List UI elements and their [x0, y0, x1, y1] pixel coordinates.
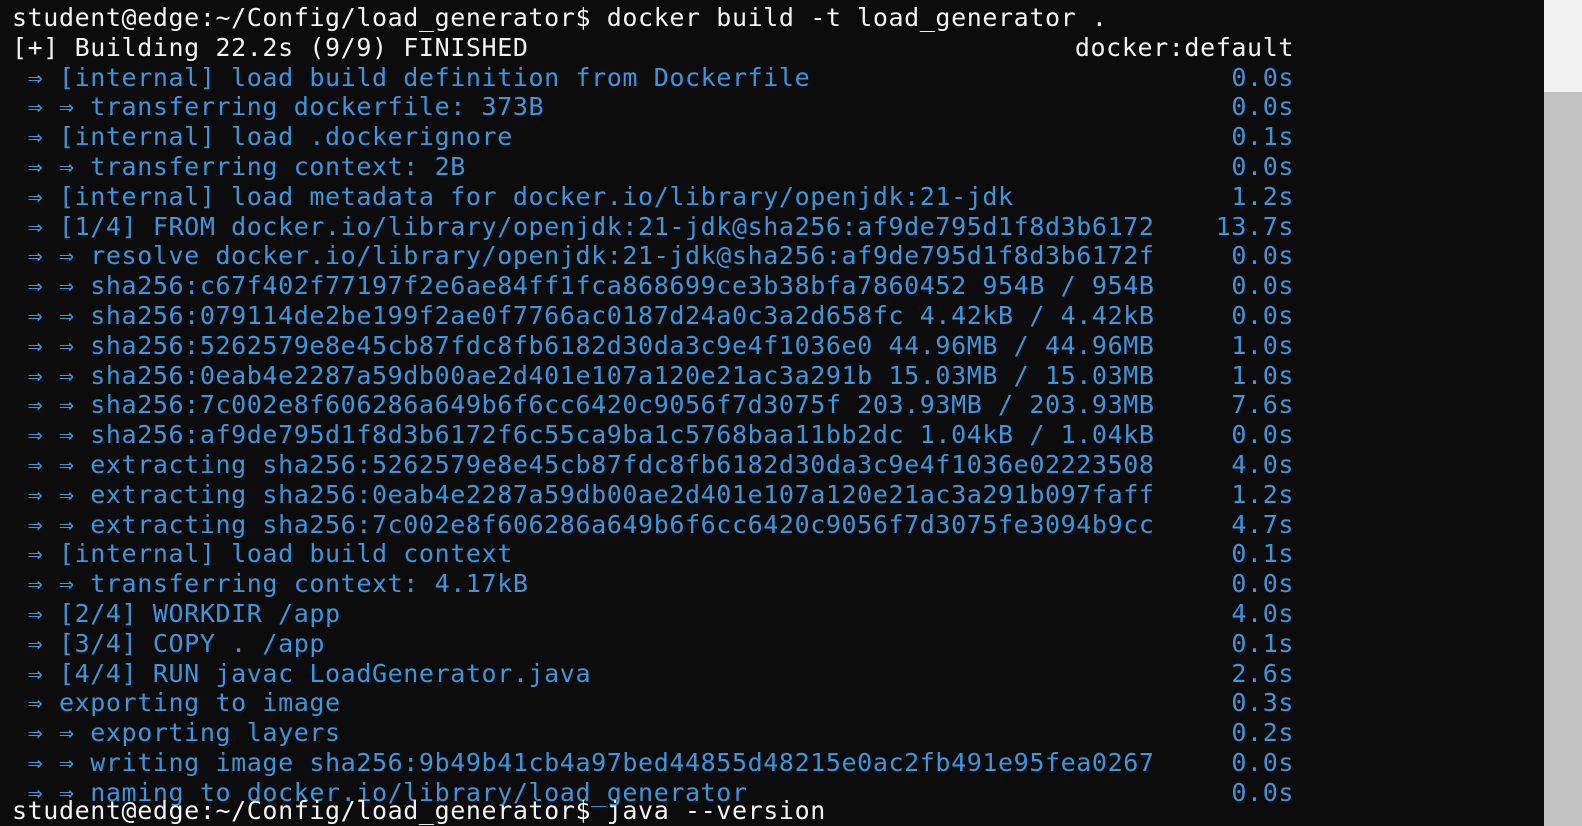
step-description: ⇒ ⇒ transferring context: 2B	[12, 151, 466, 181]
step-duration: 4.0s	[1231, 449, 1294, 479]
step-description: ⇒ ⇒ writing image sha256:9b49b41cb4a97be…	[12, 747, 1155, 777]
step-duration: 0.1s	[1231, 539, 1294, 569]
step-description: ⇒ ⇒ exporting layers	[12, 718, 341, 748]
step-description: ⇒ [internal] load .dockerignore	[12, 122, 513, 152]
step-duration: 0.1s	[1231, 122, 1294, 152]
step-description: ⇒ [3/4] COPY . /app	[12, 628, 326, 658]
step-duration: 4.7s	[1231, 509, 1294, 539]
step-description: ⇒ ⇒ sha256:5262579e8e45cb87fdc8fb6182d30…	[12, 330, 1155, 360]
build-step-line: ⇒ [internal] load build definition from …	[12, 63, 1544, 93]
build-step-line: ⇒ [internal] load build context 0.1s	[12, 539, 1544, 569]
step-description: ⇒ [internal] load metadata for docker.io…	[12, 181, 1014, 211]
build-step-line: ⇒ ⇒ sha256:0eab4e2287a59db00ae2d401e107a…	[12, 361, 1544, 391]
step-duration: 0.2s	[1231, 718, 1294, 748]
step-description: ⇒ ⇒ sha256:079114de2be199f2ae0f7766ac018…	[12, 300, 1155, 330]
step-duration: 0.1s	[1231, 628, 1294, 658]
build-status: [+] Building 22.2s (9/9) FINISHED	[12, 32, 529, 62]
step-description: ⇒ [4/4] RUN javac LoadGenerator.java	[12, 658, 592, 688]
build-header-line: [+] Building 22.2s (9/9) FINISHED docker…	[12, 33, 1544, 63]
step-duration: 0.0s	[1231, 777, 1294, 807]
build-step-line: ⇒ [2/4] WORKDIR /app 4.0s	[12, 599, 1544, 629]
step-duration: 7.6s	[1231, 390, 1294, 420]
build-steps: ⇒ [internal] load build definition from …	[12, 63, 1544, 808]
step-duration: 0.0s	[1231, 300, 1294, 330]
build-step-line: ⇒ ⇒ sha256:5262579e8e45cb87fdc8fb6182d30…	[12, 331, 1544, 361]
step-description: ⇒ ⇒ sha256:af9de795d1f8d3b6172f6c55ca9ba…	[12, 420, 1155, 450]
build-step-line: ⇒ ⇒ extracting sha256:0eab4e2287a59db00a…	[12, 480, 1544, 510]
step-duration: 1.0s	[1231, 360, 1294, 390]
step-duration: 4.0s	[1231, 598, 1294, 628]
prompt-command: student@edge:~/Config/load_generator$ do…	[12, 3, 1108, 32]
step-duration: 2.6s	[1231, 658, 1294, 688]
build-step-line: ⇒ exporting to image 0.3s	[12, 688, 1544, 718]
step-description: ⇒ ⇒ extracting sha256:0eab4e2287a59db00a…	[12, 479, 1155, 509]
step-duration: 1.2s	[1231, 479, 1294, 509]
build-step-line: ⇒ [3/4] COPY . /app 0.1s	[12, 629, 1544, 659]
step-description: ⇒ ⇒ sha256:c67f402f77197f2e6ae84ff1fca86…	[12, 271, 1155, 301]
terminal-output: student@edge:~/Config/load_generator$ do…	[12, 3, 1544, 808]
build-step-line: ⇒ ⇒ extracting sha256:5262579e8e45cb87fd…	[12, 450, 1544, 480]
step-duration: 0.3s	[1231, 688, 1294, 718]
build-step-line: ⇒ [internal] load metadata for docker.io…	[12, 182, 1544, 212]
build-step-line: ⇒ [1/4] FROM docker.io/library/openjdk:2…	[12, 212, 1544, 242]
step-duration: 0.0s	[1231, 569, 1294, 599]
build-step-line: ⇒ [internal] load .dockerignore 0.1s	[12, 122, 1544, 152]
build-step-line: ⇒ ⇒ extracting sha256:7c002e8f606286a649…	[12, 510, 1544, 540]
step-description: ⇒ ⇒ sha256:7c002e8f606286a649b6f6cc6420c…	[12, 390, 1155, 420]
step-duration: 0.0s	[1231, 151, 1294, 181]
next-prompt-line: student@edge:~/Config/load_generator$ ja…	[12, 796, 826, 825]
build-step-line: ⇒ ⇒ sha256:c67f402f77197f2e6ae84ff1fca86…	[12, 271, 1544, 301]
build-step-line: ⇒ ⇒ transferring context: 4.17kB 0.0s	[12, 569, 1544, 599]
build-step-line: ⇒ ⇒ resolve docker.io/library/openjdk:21…	[12, 241, 1544, 271]
step-description: ⇒ ⇒ extracting sha256:5262579e8e45cb87fd…	[12, 449, 1155, 479]
step-description: ⇒ ⇒ resolve docker.io/library/openjdk:21…	[12, 241, 1155, 271]
build-step-line: ⇒ ⇒ transferring dockerfile: 373B 0.0s	[12, 92, 1544, 122]
vertical-scrollbar[interactable]	[1544, 0, 1582, 826]
build-step-line: ⇒ ⇒ sha256:079114de2be199f2ae0f7766ac018…	[12, 301, 1544, 331]
step-duration: 0.0s	[1231, 62, 1294, 92]
step-description: ⇒ [1/4] FROM docker.io/library/openjdk:2…	[12, 211, 1155, 241]
build-step-line: ⇒ [4/4] RUN javac LoadGenerator.java 2.6s	[12, 659, 1544, 689]
step-duration: 0.0s	[1231, 271, 1294, 301]
build-step-line: ⇒ ⇒ sha256:af9de795d1f8d3b6172f6c55ca9ba…	[12, 420, 1544, 450]
step-description: ⇒ ⇒ transferring context: 4.17kB	[12, 569, 529, 599]
terminal-window[interactable]: student@edge:~/Config/load_generator$ do…	[0, 0, 1544, 826]
build-step-line: ⇒ ⇒ writing image sha256:9b49b41cb4a97be…	[12, 748, 1544, 778]
step-description: ⇒ ⇒ extracting sha256:7c002e8f606286a649…	[12, 509, 1155, 539]
step-description: ⇒ ⇒ sha256:0eab4e2287a59db00ae2d401e107a…	[12, 360, 1155, 390]
step-description: ⇒ ⇒ transferring dockerfile: 373B	[12, 92, 545, 122]
build-step-line: ⇒ ⇒ exporting layers 0.2s	[12, 718, 1544, 748]
step-duration: 1.0s	[1231, 330, 1294, 360]
step-description: ⇒ [internal] load build definition from …	[12, 62, 811, 92]
step-description: ⇒ [internal] load build context	[12, 539, 513, 569]
step-duration: 0.0s	[1231, 92, 1294, 122]
scrollbar-thumb[interactable]	[1544, 92, 1582, 826]
step-description: ⇒ exporting to image	[12, 688, 341, 718]
builder-name: docker:default	[1074, 32, 1294, 62]
build-step-line: ⇒ ⇒ transferring context: 2B 0.0s	[12, 152, 1544, 182]
step-duration: 0.0s	[1231, 420, 1294, 450]
build-step-line: ⇒ ⇒ sha256:7c002e8f606286a649b6f6cc6420c…	[12, 390, 1544, 420]
prompt-line: student@edge:~/Config/load_generator$ do…	[12, 3, 1544, 33]
step-duration: 0.0s	[1231, 241, 1294, 271]
step-description: ⇒ [2/4] WORKDIR /app	[12, 598, 341, 628]
step-duration: 1.2s	[1231, 181, 1294, 211]
step-duration: 13.7s	[1215, 211, 1294, 241]
step-duration: 0.0s	[1231, 747, 1294, 777]
